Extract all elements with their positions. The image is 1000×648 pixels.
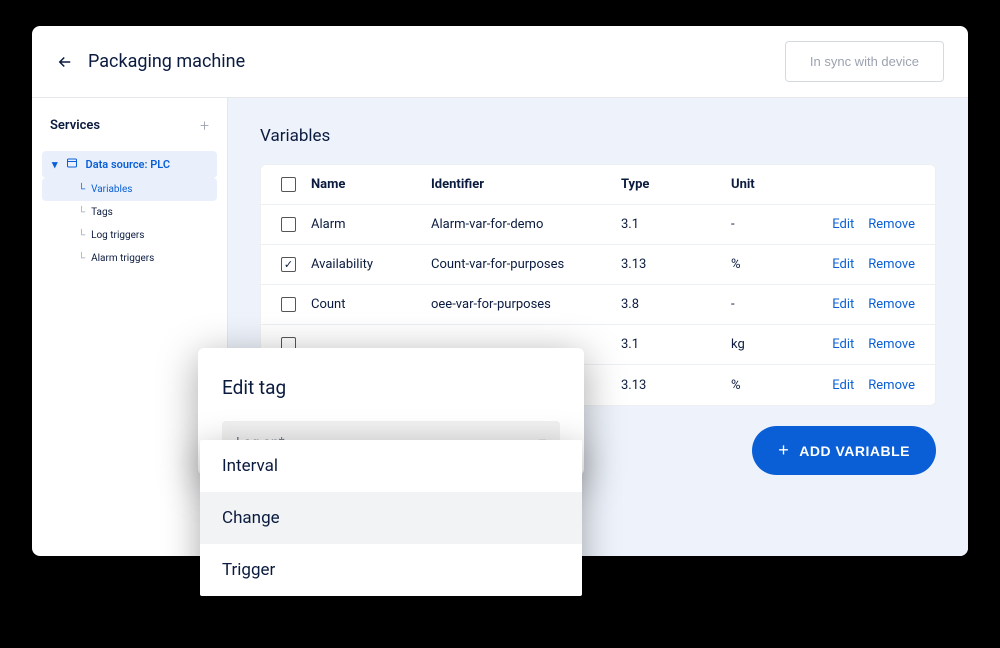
add-variable-button[interactable]: + ADD VARIABLE	[752, 426, 936, 475]
col-identifier: Identifier	[431, 177, 621, 192]
remove-link[interactable]: Remove	[868, 378, 915, 393]
cell-type: 3.1	[621, 337, 731, 352]
page-title: Packaging machine	[88, 51, 245, 72]
edit-link[interactable]: Edit	[832, 217, 854, 232]
col-unit: Unit	[731, 177, 821, 192]
remove-link[interactable]: Remove	[868, 297, 915, 312]
cell-identifier: Alarm-var-for-demo	[431, 217, 621, 232]
add-service-icon[interactable]: +	[200, 116, 209, 135]
back-arrow-icon[interactable]	[56, 53, 74, 71]
cell-name: Alarm	[311, 217, 431, 232]
chevron-down-icon: ▾	[52, 158, 58, 171]
col-type: Type	[621, 177, 731, 192]
tree-branch-icon: └	[78, 184, 85, 195]
sidebar-item-label: Variables	[91, 184, 132, 195]
table-row: AvailabilityCount-var-for-purposes3.13%E…	[261, 245, 935, 285]
cell-unit: %	[731, 257, 821, 272]
sidebar-item-variables[interactable]: └ Variables	[42, 178, 217, 201]
sync-status-button[interactable]: In sync with device	[785, 41, 944, 82]
sidebar-item-tags[interactable]: └ Tags	[42, 201, 217, 224]
sidebar-item-label: Tags	[91, 207, 113, 218]
popup-title: Edit tag	[222, 376, 560, 399]
cell-type: 3.13	[621, 378, 731, 393]
table-row: AlarmAlarm-var-for-demo3.1-Edit Remove	[261, 205, 935, 245]
cell-name: Count	[311, 297, 431, 312]
edit-link[interactable]: Edit	[832, 378, 854, 393]
row-actions: Edit Remove	[821, 297, 935, 312]
cell-identifier: oee-var-for-purposes	[431, 297, 621, 312]
dropdown-option-interval[interactable]: Interval	[200, 440, 582, 492]
plus-icon: +	[778, 440, 789, 461]
content-title: Variables	[260, 126, 936, 146]
cell-unit: kg	[731, 337, 821, 352]
cell-type: 3.1	[621, 217, 731, 232]
sidebar-title: Services	[50, 118, 100, 133]
table-header-row: Name Identifier Type Unit	[261, 165, 935, 205]
cell-name: Availability	[311, 257, 431, 272]
log-on-dropdown: IntervalChangeTrigger	[200, 440, 582, 596]
header-left: Packaging machine	[56, 51, 245, 72]
table-row: Countoee-var-for-purposes3.8-Edit Remove	[261, 285, 935, 325]
sidebar-item-label: Alarm triggers	[91, 253, 154, 264]
row-checkbox[interactable]	[281, 217, 296, 232]
remove-link[interactable]: Remove	[868, 337, 915, 352]
data-source-icon	[66, 157, 78, 172]
sidebar-group-label: Data source: PLC	[86, 158, 171, 171]
sidebar-item-log-triggers[interactable]: └ Log triggers	[42, 224, 217, 247]
sidebar-header: Services +	[42, 116, 217, 151]
edit-link[interactable]: Edit	[832, 337, 854, 352]
dropdown-option-change[interactable]: Change	[200, 492, 582, 544]
cell-identifier: Count-var-for-purposes	[431, 257, 621, 272]
cell-unit: -	[731, 297, 821, 312]
sidebar-item-alarm-triggers[interactable]: └ Alarm triggers	[42, 247, 217, 270]
tree-branch-icon: └	[78, 207, 85, 218]
sidebar: Services + ▾ Data source: PLC └ Variables…	[32, 98, 228, 556]
sidebar-item-label: Log triggers	[91, 230, 144, 241]
edit-link[interactable]: Edit	[832, 297, 854, 312]
cell-type: 3.13	[621, 257, 731, 272]
header: Packaging machine In sync with device	[32, 26, 968, 98]
row-actions: Edit Remove	[821, 337, 935, 352]
edit-link[interactable]: Edit	[832, 257, 854, 272]
tree-branch-icon: └	[78, 253, 85, 264]
add-variable-label: ADD VARIABLE	[799, 443, 910, 459]
cell-unit: -	[731, 217, 821, 232]
cell-unit: %	[731, 378, 821, 393]
cell-type: 3.8	[621, 297, 731, 312]
row-checkbox[interactable]	[281, 257, 296, 272]
remove-link[interactable]: Remove	[868, 217, 915, 232]
row-actions: Edit Remove	[821, 257, 935, 272]
select-all-checkbox[interactable]	[281, 177, 296, 192]
row-actions: Edit Remove	[821, 378, 935, 393]
dropdown-option-trigger[interactable]: Trigger	[200, 544, 582, 596]
row-actions: Edit Remove	[821, 217, 935, 232]
col-name: Name	[311, 177, 431, 192]
tree-branch-icon: └	[78, 230, 85, 241]
row-checkbox[interactable]	[281, 297, 296, 312]
remove-link[interactable]: Remove	[868, 257, 915, 272]
sidebar-group-data-source[interactable]: ▾ Data source: PLC	[42, 151, 217, 178]
